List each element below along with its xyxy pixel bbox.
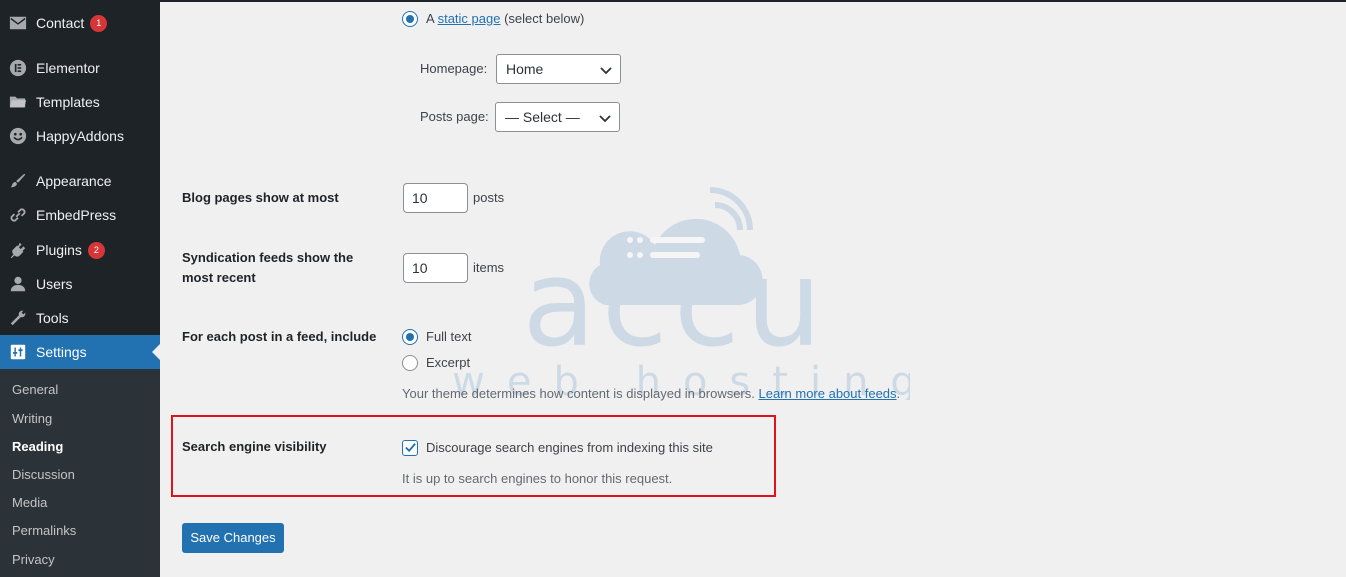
feed-note-text: Your theme determines how content is dis…	[402, 386, 755, 401]
mail-icon	[8, 13, 28, 33]
submenu-item-writing[interactable]: Writing	[12, 411, 52, 426]
sidebar-item-label: Tools	[36, 310, 69, 326]
discourage-search-label: Discourage search engines from indexing …	[426, 440, 713, 455]
submenu-item-media[interactable]: Media	[12, 495, 47, 510]
elementor-icon	[8, 58, 28, 78]
sidebar-item-elementor[interactable]: Elementor	[0, 51, 160, 85]
submenu-item-reading[interactable]: Reading	[12, 439, 63, 454]
excerpt-label: Excerpt	[426, 355, 471, 370]
feed-include-label: For each post in a feed, include	[182, 329, 377, 344]
settings-submenu: General Writing Reading Discussion Media…	[0, 369, 160, 577]
static-page-prefix: A	[426, 11, 434, 26]
full-text-label: Full text	[426, 329, 472, 344]
sidebar-item-label: Users	[36, 276, 73, 292]
notification-badge: 1	[90, 14, 108, 32]
static-page-option: A static page (select below)	[426, 10, 584, 28]
sidebar-item-plugins[interactable]: Plugins 2	[0, 233, 160, 267]
sidebar-item-label: Appearance	[36, 173, 112, 189]
static-page-radio[interactable]	[402, 11, 418, 27]
chevron-down-icon	[600, 67, 612, 75]
sidebar-item-users[interactable]: Users	[0, 267, 160, 301]
checkmark-icon	[405, 443, 416, 453]
syndication-label-line2: most recent	[182, 270, 256, 285]
syndication-unit: items	[473, 260, 505, 275]
sidebar-item-label: EmbedPress	[36, 207, 117, 223]
sidebar-item-contact[interactable]: Contact 1	[0, 6, 160, 40]
wrench-icon	[8, 308, 28, 328]
syndication-input[interactable]: 10	[403, 253, 468, 283]
current-menu-arrow	[152, 344, 160, 360]
paintbrush-icon	[8, 171, 28, 191]
sidebar-item-label: Contact	[36, 15, 85, 31]
plug-icon	[8, 240, 28, 260]
static-page-link[interactable]: static page	[438, 11, 501, 26]
submenu-item-permalinks[interactable]: Permalinks	[12, 523, 76, 538]
happy-face-icon	[8, 126, 28, 146]
full-text-radio[interactable]	[402, 329, 418, 345]
syndication-label-line1: Syndication feeds show the	[182, 250, 354, 265]
homepage-select[interactable]: Home	[496, 54, 621, 84]
sidebar-item-appearance[interactable]: Appearance	[0, 164, 160, 198]
search-visibility-note: It is up to search engines to honor this…	[402, 471, 673, 486]
sidebar-item-label: Elementor	[36, 60, 100, 76]
blog-pages-input[interactable]: 10	[403, 183, 468, 213]
settings-sliders-icon	[8, 342, 28, 362]
blog-pages-label: Blog pages show at most	[182, 190, 339, 205]
sidebar-item-happyaddons[interactable]: HappyAddons	[0, 119, 160, 153]
save-changes-button[interactable]: Save Changes	[182, 523, 284, 553]
feed-note-end: .	[896, 386, 901, 401]
user-icon	[8, 274, 28, 294]
sidebar-item-settings[interactable]: Settings	[0, 335, 160, 369]
sidebar-item-tools[interactable]: Tools	[0, 301, 160, 335]
sidebar-item-templates[interactable]: Templates	[0, 85, 160, 119]
sidebar-item-label: HappyAddons	[36, 128, 124, 144]
sidebar-item-label: Templates	[36, 94, 100, 110]
static-page-suffix: (select below)	[504, 11, 585, 26]
sidebar-item-label: Plugins	[36, 242, 82, 258]
learn-more-feeds-link[interactable]: Learn more about feeds	[759, 386, 897, 401]
homepage-label: Homepage:	[420, 61, 488, 76]
embed-link-icon	[8, 205, 28, 225]
sidebar-item-embedpress[interactable]: EmbedPress	[0, 198, 160, 232]
admin-sidebar: Contact 1 Elementor Templates HappyAddon…	[0, 0, 160, 577]
accu-watermark-logo: accu web hosting	[452, 187, 910, 400]
search-visibility-label: Search engine visibility	[182, 439, 327, 454]
submenu-item-general[interactable]: General	[12, 382, 58, 397]
posts-page-select-value: — Select —	[505, 109, 580, 125]
admin-bar-edge	[160, 0, 1346, 2]
homepage-select-value: Home	[506, 61, 544, 77]
sidebar-item-label: Settings	[36, 344, 87, 360]
blog-pages-unit: posts	[473, 190, 505, 205]
discourage-search-checkbox[interactable]	[402, 440, 418, 456]
excerpt-radio[interactable]	[402, 355, 418, 371]
notification-badge: 2	[87, 241, 105, 259]
watermark-word: accu	[522, 235, 828, 374]
chevron-down-icon	[599, 115, 611, 123]
submenu-item-discussion[interactable]: Discussion	[12, 467, 75, 482]
submenu-item-privacy[interactable]: Privacy	[12, 552, 55, 567]
folder-icon	[8, 92, 28, 112]
posts-page-label: Posts page:	[420, 109, 489, 124]
feed-description: Your theme determines how content is dis…	[402, 385, 900, 403]
posts-page-select[interactable]: — Select —	[495, 102, 620, 132]
